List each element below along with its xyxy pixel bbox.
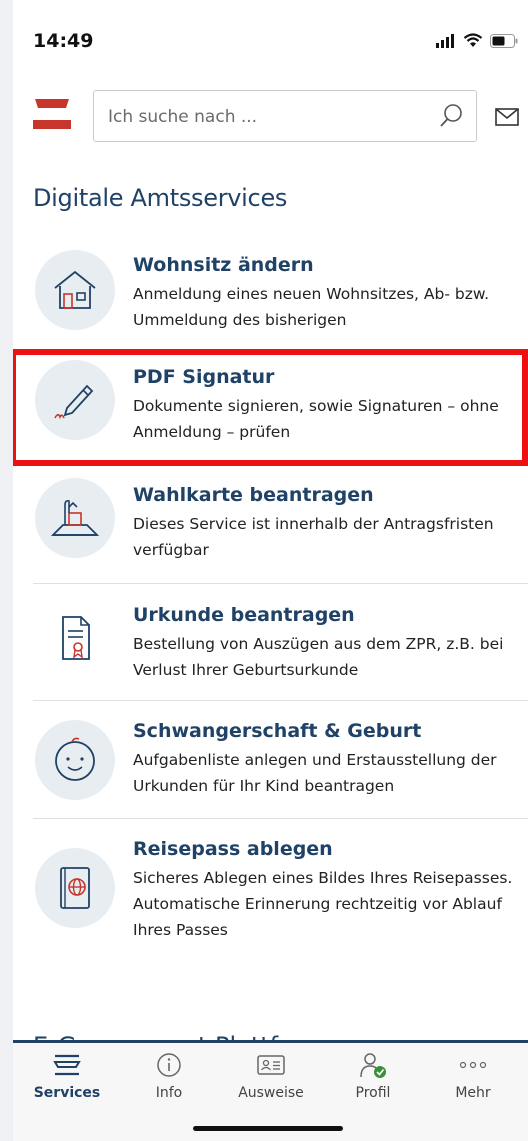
passport-icon [35,848,115,928]
tab-mehr[interactable]: Mehr [423,1051,523,1101]
status-icons [436,33,518,48]
window-edge [0,0,13,1141]
service-description: Sicheres Ablegen eines Bildes Ihres Reis… [133,869,513,939]
service-title: Reisepass ablegen [133,838,333,860]
tab-services[interactable]: Services [17,1051,117,1101]
tab-label: Services [33,1085,101,1101]
service-title: Urkunde beantragen [133,604,355,626]
tab-label: Profil [355,1085,391,1101]
id-card-icon [257,1055,285,1075]
battery-icon [490,33,518,48]
service-description: Aufgabenliste anlegen und Erstausstellun… [133,751,497,795]
profile-icon [360,1053,386,1078]
search-field[interactable] [93,90,477,142]
search-input[interactable] [108,104,408,130]
highlight-frame [13,349,528,466]
service-title: Wohnsitz ändern [133,254,314,276]
service-description: Anmeldung eines neuen Wohnsitzes, Ab- bz… [133,285,490,329]
section-title: Digitale Amtsservices [33,184,288,212]
tab-label: Mehr [455,1085,491,1101]
services-icon [53,1054,81,1076]
status-time: 14:49 [33,30,94,52]
service-description: Bestellung von Auszügen aus dem ZPR, z.B… [133,635,504,679]
home-indicator [193,1126,343,1131]
mail-icon[interactable] [495,106,519,128]
divider [33,700,528,701]
wifi-icon [463,33,483,47]
ballot-box-icon [35,478,115,558]
tab-profil[interactable]: Profil [323,1051,423,1101]
austria-flag-logo-icon [33,99,71,129]
signal-icon [436,33,454,48]
more-icon [459,1061,487,1069]
certificate-icon [35,598,115,678]
app-screen: 14:49 Ich suche nach ... Digitale Amtsse… [13,0,528,1141]
divider [33,818,528,819]
service-description: Dieses Service ist innerhalb der Antrags… [133,515,494,559]
house-icon [35,250,115,330]
search-icon[interactable] [438,102,466,130]
status-bar: 14:49 [13,0,528,80]
info-icon [157,1053,181,1077]
service-title: Schwangerschaft & Geburt [133,720,422,742]
top-bar [13,90,528,144]
tab-info[interactable]: Info [119,1051,219,1101]
tab-label: Ausweise [238,1085,304,1101]
baby-face-icon [35,720,115,800]
service-title: Wahlkarte beantragen [133,484,374,506]
tab-label: Info [155,1085,183,1101]
divider [33,583,528,584]
tab-ausweise[interactable]: Ausweise [221,1051,321,1101]
